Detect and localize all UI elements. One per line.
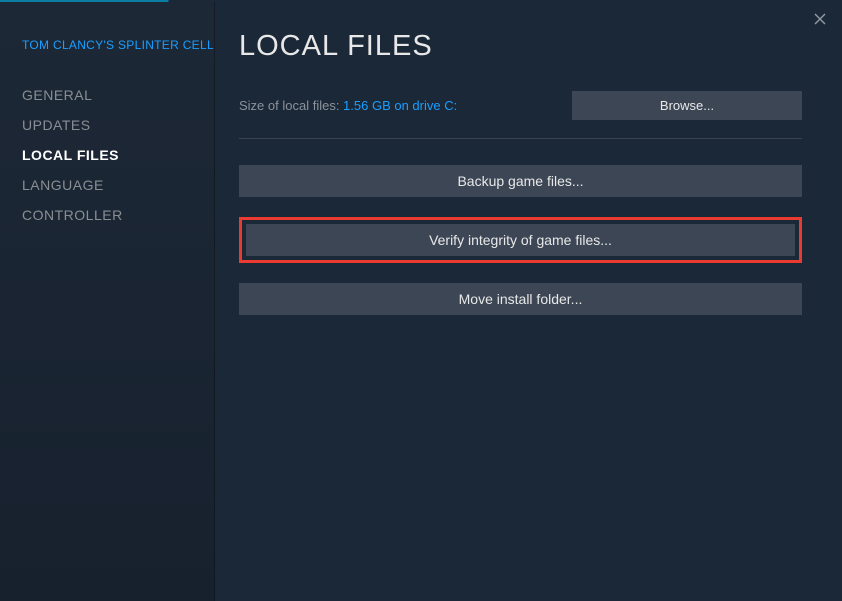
sidebar-item-label: LOCAL FILES xyxy=(22,147,119,163)
sidebar-item-label: LANGUAGE xyxy=(22,177,104,193)
verify-button[interactable]: Verify integrity of game files... xyxy=(246,224,795,256)
backup-button[interactable]: Backup game files... xyxy=(239,165,802,197)
sidebar-item-label: GENERAL xyxy=(22,87,92,103)
move-folder-button[interactable]: Move install folder... xyxy=(239,283,802,315)
size-label: Size of local files: xyxy=(239,98,343,113)
top-accent-bar xyxy=(0,0,842,2)
sidebar-item-local-files[interactable]: LOCAL FILES xyxy=(22,140,214,170)
divider xyxy=(239,138,802,139)
sidebar-item-label: CONTROLLER xyxy=(22,207,123,223)
close-button[interactable] xyxy=(810,8,830,32)
main-panel: LOCAL FILES Size of local files: 1.56 GB… xyxy=(215,2,842,601)
close-icon xyxy=(814,12,826,28)
page-title: LOCAL FILES xyxy=(239,30,802,63)
game-title[interactable]: TOM CLANCY'S SPLINTER CELL xyxy=(22,38,214,52)
sidebar-item-language[interactable]: LANGUAGE xyxy=(22,170,214,200)
sidebar-item-updates[interactable]: UPDATES xyxy=(22,110,214,140)
size-info-row: Size of local files: 1.56 GB on drive C:… xyxy=(239,91,802,120)
browse-button[interactable]: Browse... xyxy=(572,91,802,120)
sidebar: TOM CLANCY'S SPLINTER CELL GENERAL UPDAT… xyxy=(0,2,215,601)
highlight-frame: Verify integrity of game files... xyxy=(239,217,802,263)
size-value-link[interactable]: 1.56 GB on drive C: xyxy=(343,98,457,113)
sidebar-item-controller[interactable]: CONTROLLER xyxy=(22,200,214,230)
sidebar-item-label: UPDATES xyxy=(22,117,91,133)
sidebar-item-general[interactable]: GENERAL xyxy=(22,80,214,110)
